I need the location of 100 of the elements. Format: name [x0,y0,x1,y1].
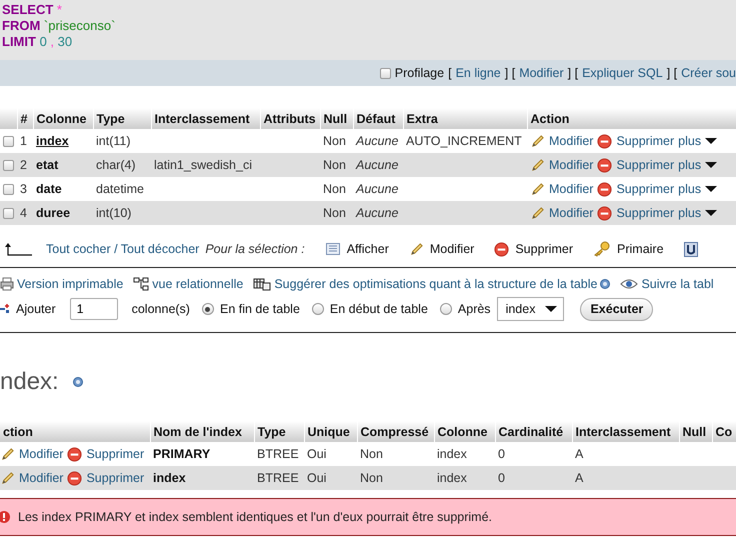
radio-label: En fin de table [220,302,300,316]
sql-line: FROM `priseconso` [2,18,116,34]
table-cell: 0 [495,442,572,466]
table-cell: index [434,466,495,490]
toolbar-link[interactable]: En ligne [456,66,501,80]
section-title: ndex: [0,368,59,396]
pencil-icon [0,446,15,462]
bulk-action-button[interactable]: Afficher [346,242,389,256]
column-header: Interclassement [572,421,679,442]
delete-icon [67,470,82,486]
column-header: # [17,108,33,129]
table-cell: A [572,442,679,466]
add-label: Ajouter [16,302,56,316]
table-cell: 2 [17,153,33,177]
column-header: Extra [403,108,527,129]
delete-link[interactable]: Supprimer [616,134,674,148]
table-cell: int(11) [93,129,151,153]
unique-icon[interactable] [684,242,698,256]
check-all-link[interactable]: Tout cocher / Tout décocher [46,242,200,256]
bulk-action-button[interactable]: Primaire [617,242,664,256]
help-icon[interactable] [600,279,610,289]
table-link[interactable]: Suivre la tabl [641,277,714,291]
more-link[interactable]: plus [678,182,702,196]
delete-link[interactable]: Supprimer [86,447,144,461]
caret-icon [705,185,718,193]
table-cell: Aucune [353,129,403,153]
table-cell: Non [357,466,434,490]
column-header: Colonne [33,108,93,129]
delete-link[interactable]: Supprimer [616,182,674,196]
more-link[interactable]: plus [678,158,702,172]
bracket-text: [ [448,66,452,80]
bulk-action-button[interactable]: Supprimer [515,242,573,256]
table-link[interactable]: Version imprimable [17,277,124,291]
table-cell: Non [320,129,353,153]
with-selected-label: Pour la sélection : [205,242,305,256]
column-header: Type [93,108,151,129]
delete-link[interactable]: Supprimer [616,158,674,172]
column-header: Cardinalité [495,421,572,442]
sql-line: SELECT * [2,2,63,18]
unit-label: colonne(s) [132,302,190,316]
bulk-action-button[interactable]: Modifier [430,242,474,256]
execute-button[interactable]: Exécuter [580,298,654,320]
table-cell: Oui [304,442,357,466]
toolbar-link[interactable]: Modifier [519,66,564,80]
pencil-icon [408,242,424,256]
delete-icon [597,158,612,172]
edit-link[interactable]: Modifier [549,206,594,220]
column-header: Action [527,108,736,129]
more-link[interactable]: plus [678,134,702,148]
column-name: etat [33,153,93,177]
table-cell: AUTO_INCREMENT [403,129,527,153]
pencil-icon [0,470,15,486]
row-checkbox[interactable] [3,136,14,148]
row-checkbox[interactable] [3,160,14,172]
table-cell: Non [320,177,353,201]
table-cell: index [434,442,495,466]
delete-link[interactable]: Supprimer [86,471,144,485]
position-radio[interactable] [312,303,324,315]
row-checkbox[interactable] [3,208,14,220]
radio-label: Après [458,302,491,316]
column-name: duree [33,201,93,225]
toolbar-link[interactable]: Expliquer SQL [582,66,663,80]
column-header: Interclassement [151,108,260,129]
warning-text: Les index PRIMARY et index semblent identiques et l'un d'eux pourrait être supprimé. [18,510,492,524]
table-cell: Oui [304,466,357,490]
edit-link[interactable]: Modifier [549,158,594,172]
index-name: index [150,466,254,490]
position-radio[interactable] [202,303,214,315]
column-header: ction [0,421,150,442]
edit-link[interactable]: Modifier [19,447,64,461]
toolbar-link[interactable]: Créer sou [681,66,736,80]
add-column-icon [0,303,10,315]
table-link[interactable]: Suggérer des optimisations quant à la structure de la table [274,277,598,291]
table-cell: Non [357,442,434,466]
column-header: Null [679,421,712,442]
table-link[interactable]: vue relationnelle [152,277,244,291]
help-icon[interactable] [72,377,83,387]
table-cell: int(10) [93,201,151,225]
table-cell: char(4) [93,153,151,177]
pencil-icon [530,206,545,220]
row-checkbox[interactable] [3,184,14,196]
caret-icon [545,305,558,313]
column-count-field[interactable]: 1 [70,298,118,320]
position-radio[interactable] [440,303,452,315]
edit-link[interactable]: Modifier [19,471,64,485]
profiling-checkbox[interactable] [380,68,391,78]
more-link[interactable]: plus [678,206,702,220]
delete-icon [67,446,82,462]
after-column-select[interactable]: index [496,297,564,321]
edit-link[interactable]: Modifier [549,182,594,196]
table-cell: BTREE [254,442,304,466]
column-header: Attributs [260,108,320,129]
delete-link[interactable]: Supprimer [616,206,674,220]
key-icon [593,241,611,257]
arrow-up-icon [4,242,32,256]
edit-link[interactable]: Modifier [549,134,594,148]
bracket-text: ] [ [504,66,516,80]
table-cell: Non [320,153,353,177]
bracket-text: ] [ [666,66,678,80]
column-name: date [33,177,93,201]
